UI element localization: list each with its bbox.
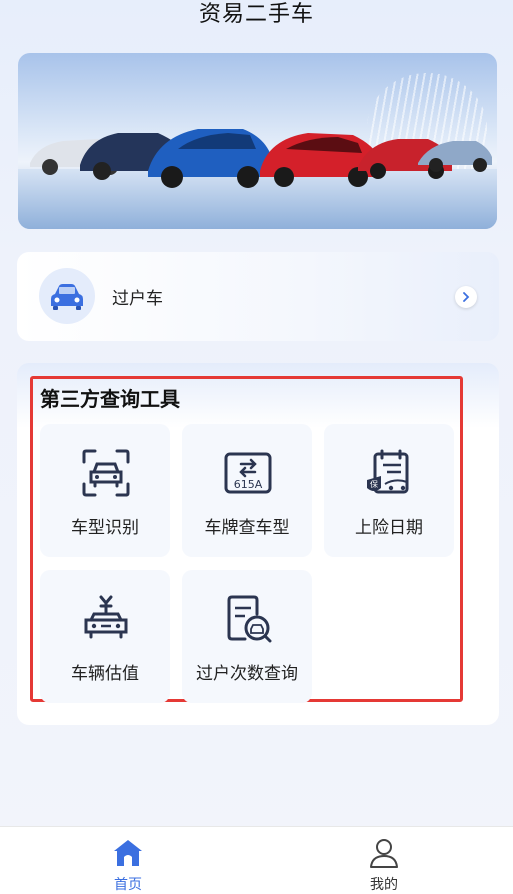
transfer-icon-badge — [39, 268, 95, 324]
tools-section-title: 第三方查询工具 — [40, 387, 180, 411]
car-icon — [51, 284, 83, 310]
tool-insurance-date[interactable]: 保 上险日期 — [324, 424, 454, 557]
tool-plate-lookup[interactable]: 615A 车牌查车型 — [182, 424, 312, 557]
tool-label: 车牌查车型 — [204, 518, 290, 538]
insurance-calendar-icon: 保 — [367, 449, 409, 494]
tab-home-label: 首页 — [114, 877, 142, 893]
home-icon — [114, 840, 142, 866]
tab-mine-label: 我的 — [370, 877, 398, 893]
chevron-right-icon[interactable] — [455, 286, 477, 308]
car-valuation-icon — [84, 595, 128, 639]
user-icon — [370, 839, 398, 868]
car-scan-icon — [82, 449, 130, 497]
license-plate-icon: 615A — [224, 452, 272, 494]
promo-banner[interactable] — [18, 53, 497, 229]
transfer-document-icon — [227, 595, 272, 643]
tool-car-valuation[interactable]: 车辆估值 — [40, 570, 170, 703]
tab-home[interactable]: 首页 — [0, 827, 256, 894]
plate-text: 615A — [234, 478, 263, 491]
tool-label: 上险日期 — [355, 518, 423, 538]
transfer-car-card[interactable]: 过户车 — [17, 252, 499, 341]
tool-car-model-recognition[interactable]: 车型识别 — [40, 424, 170, 557]
tool-transfer-count-query[interactable]: 过户次数查询 — [182, 570, 312, 703]
transfer-car-label: 过户车 — [112, 289, 163, 309]
tool-label: 车辆估值 — [71, 664, 139, 684]
insurance-badge-text: 保 — [370, 479, 378, 489]
tab-mine[interactable]: 我的 — [256, 827, 512, 894]
tool-label: 过户次数查询 — [196, 664, 298, 684]
tool-label: 车型识别 — [71, 518, 139, 538]
banner-cars-image — [30, 129, 492, 188]
page-title: 资易二手车 — [198, 2, 314, 27]
bottom-tab-bar: 首页 我的 — [0, 826, 513, 894]
